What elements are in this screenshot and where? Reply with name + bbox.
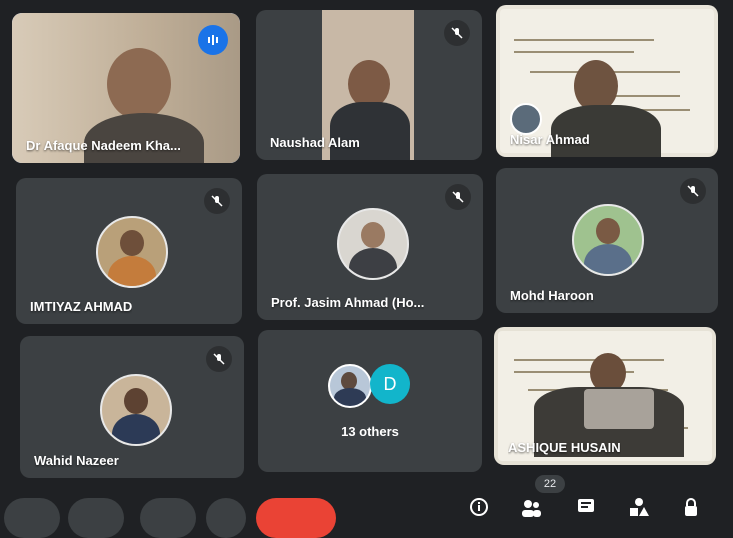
activities-icon[interactable] (628, 496, 650, 518)
mic-off-icon (444, 20, 470, 46)
avatar (328, 364, 372, 408)
avatar (337, 208, 409, 280)
others-count-label: 13 others (341, 424, 399, 439)
info-icon[interactable] (468, 496, 490, 518)
mic-off-icon (204, 188, 230, 214)
mic-button[interactable] (4, 498, 60, 538)
participant-tile-5[interactable]: Prof. Jasim Ahmad (Ho... (257, 174, 483, 320)
mic-off-icon (206, 346, 232, 372)
video-grid: Dr Afaque Nadeem Kha... Naushad Alam Nis… (0, 0, 733, 519)
participant-name: Wahid Nazeer (34, 453, 119, 468)
end-call-button[interactable] (256, 498, 336, 538)
participant-name: Naushad Alam (270, 135, 360, 150)
mic-off-icon (445, 184, 471, 210)
people-icon[interactable] (520, 496, 542, 518)
participant-name: IMTIYAZ AHMAD (30, 299, 133, 314)
participant-tile-2[interactable]: Naushad Alam (256, 10, 482, 160)
participant-tile-4[interactable]: IMTIYAZ AHMAD (16, 178, 242, 324)
avatar-letter: D (370, 364, 410, 404)
participant-name: Mohd Haroon (510, 288, 594, 303)
others-tile[interactable]: D 13 others (258, 330, 482, 472)
participant-name: Dr Afaque Nadeem Kha... (26, 138, 181, 153)
avatar (100, 374, 172, 446)
participant-name: ASHIQUE HUSAIN (508, 440, 621, 455)
bottom-toolbar (0, 488, 733, 538)
mic-off-icon (680, 178, 706, 204)
chat-icon[interactable] (575, 496, 597, 518)
avatar (96, 216, 168, 288)
participant-count-badge: 22 (535, 475, 565, 493)
hand-raise-button[interactable] (140, 498, 196, 538)
participant-name: Nisar Ahmad (510, 132, 590, 147)
participant-name: Prof. Jasim Ahmad (Ho... (271, 295, 425, 310)
speaking-icon (198, 25, 228, 55)
participant-tile-3[interactable]: Nisar Ahmad (496, 5, 718, 157)
participant-tile-9[interactable]: ASHIQUE HUSAIN (494, 327, 716, 465)
lock-icon[interactable] (680, 496, 702, 518)
participant-tile-7[interactable]: Wahid Nazeer (20, 336, 244, 478)
participant-tile-1[interactable]: Dr Afaque Nadeem Kha... (12, 13, 240, 163)
camera-button[interactable] (68, 498, 124, 538)
avatar (572, 204, 644, 276)
more-options-button[interactable] (206, 498, 246, 538)
participant-tile-6[interactable]: Mohd Haroon (496, 168, 718, 313)
